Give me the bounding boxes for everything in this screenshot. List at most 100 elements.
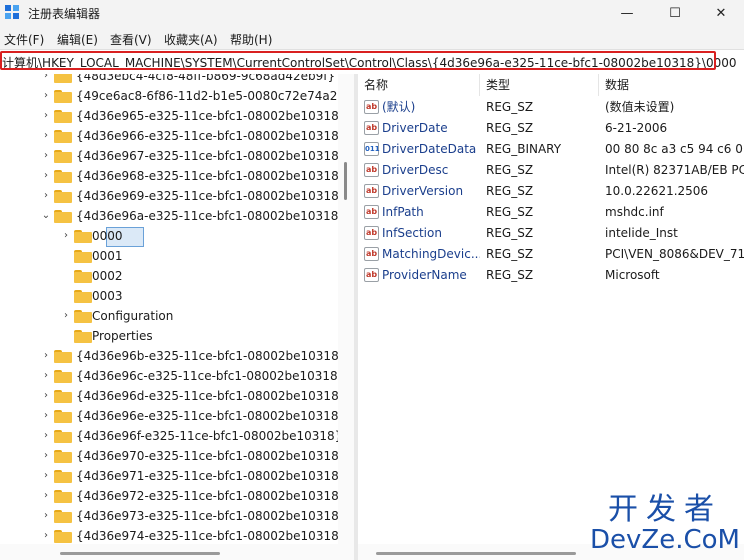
tree-node-label: 0000	[92, 229, 123, 243]
tree-node[interactable]: › {4d36e970-e325-11ce-bfc1-08002be10318}	[0, 446, 338, 466]
chevron-right-icon[interactable]: ›	[41, 426, 51, 446]
window-title: 注册表编辑器	[28, 7, 101, 21]
chevron-right-icon[interactable]: ›	[41, 446, 51, 466]
column-header-data[interactable]: 数据	[599, 74, 744, 96]
chevron-right-icon[interactable]: ›	[41, 386, 51, 406]
maximize-button[interactable]: ☐	[652, 0, 698, 27]
tree-horizontal-scrollbar[interactable]	[0, 544, 338, 560]
value-row[interactable]: ab DriverVersion REG_SZ 10.0.22621.2506	[358, 181, 744, 202]
menu-view[interactable]: 查看(V)	[110, 31, 152, 48]
tree-node[interactable]: › {4d36e96c-e325-11ce-bfc1-08002be10318}	[0, 366, 338, 386]
value-data: mshdc.inf	[605, 205, 664, 219]
chevron-right-icon[interactable]: ›	[41, 466, 51, 486]
tree-node[interactable]: 0003	[0, 286, 338, 306]
value-row[interactable]: ab ProviderName REG_SZ Microsoft	[358, 265, 744, 286]
chevron-right-icon[interactable]: ›	[41, 126, 51, 146]
tree-node[interactable]: › {4d36e96e-e325-11ce-bfc1-08002be10318}	[0, 406, 338, 426]
folder-icon	[74, 270, 92, 283]
tree-node[interactable]: › {4d36e965-e325-11ce-bfc1-08002be10318}	[0, 106, 338, 126]
chevron-right-icon[interactable]: ›	[41, 86, 51, 106]
chevron-right-icon[interactable]: ›	[41, 526, 51, 546]
value-data: 10.0.22621.2506	[605, 184, 709, 198]
folder-icon	[74, 250, 92, 263]
tree-node[interactable]: › {4d36e96f-e325-11ce-bfc1-08002be10318}	[0, 426, 338, 446]
scroll-thumb[interactable]	[344, 162, 347, 200]
value-data: PCI\VEN_8086&DEV_711	[605, 247, 744, 261]
folder-icon	[54, 510, 72, 523]
menu-file[interactable]: 文件(F)	[4, 31, 44, 48]
chevron-right-icon[interactable]: ›	[41, 166, 51, 186]
chevron-down-icon[interactable]: ⌄	[41, 206, 51, 226]
scroll-thumb[interactable]	[376, 552, 576, 555]
value-row[interactable]: ab DriverDate REG_SZ 6-21-2006	[358, 118, 744, 139]
value-name: ProviderName	[382, 268, 467, 282]
value-row[interactable]: ab (默认) REG_SZ (数值未设置)	[358, 97, 744, 118]
chevron-right-icon[interactable]: ›	[41, 366, 51, 386]
values-pane: 名称 类型 数据 ab (默认) REG_SZ (数值未设置) ab DriverDate…	[358, 74, 744, 560]
watermark-en: DevZe.CoM	[590, 525, 740, 555]
menu-edit[interactable]: 编辑(E)	[57, 31, 98, 48]
tree-node-label: {4d36e96d-e325-11ce-bfc1-08002be10318}	[76, 389, 338, 403]
tree-node[interactable]: › {48d3ebc4-4cf8-48ff-b869-9c68ad42eb9f}	[0, 74, 338, 86]
column-header-type[interactable]: 类型	[480, 74, 599, 96]
tree-node[interactable]: 0002	[0, 266, 338, 286]
value-name: DriverVersion	[382, 184, 464, 198]
value-row[interactable]: ab DriverDesc REG_SZ Intel(R) 82371AB/EB PC…	[358, 160, 744, 181]
string-value-icon: ab	[364, 205, 379, 219]
menu-favorites[interactable]: 收藏夹(A)	[164, 31, 218, 48]
tree-node[interactable]: › {4d36e973-e325-11ce-bfc1-08002be10318}	[0, 506, 338, 526]
close-button[interactable]: ✕	[698, 0, 744, 27]
tree-node[interactable]: › {4d36e969-e325-11ce-bfc1-08002be10318}	[0, 186, 338, 206]
value-row[interactable]: 011 DriverDateData REG_BINARY 00 80 8c a3 c…	[358, 139, 744, 160]
tree-node[interactable]: › {49ce6ac8-6f86-11d2-b1e5-0080c72e74a2}	[0, 86, 338, 106]
chevron-right-icon[interactable]: ›	[41, 186, 51, 206]
scroll-thumb[interactable]	[60, 552, 220, 555]
tree-node[interactable]: › {4d36e974-e325-11ce-bfc1-08002be10318}	[0, 526, 338, 546]
folder-icon	[54, 150, 72, 163]
chevron-right-icon[interactable]: ›	[41, 346, 51, 366]
tree-vertical-scrollbar[interactable]	[338, 74, 354, 560]
string-value-icon: ab	[364, 163, 379, 177]
value-row[interactable]: ab InfSection REG_SZ intelide_Inst	[358, 223, 744, 244]
tree-node[interactable]: › Configuration	[0, 306, 338, 326]
value-data: 6-21-2006	[605, 121, 668, 135]
chevron-right-icon[interactable]: ›	[41, 506, 51, 526]
chevron-right-icon[interactable]: ›	[41, 406, 51, 426]
tree-node-label: 0003	[92, 289, 123, 303]
tree-node[interactable]: › {4d36e96b-e325-11ce-bfc1-08002be10318}	[0, 346, 338, 366]
menu-bar: 文件(F) 编辑(E) 查看(V) 收藏夹(A) 帮助(H)	[0, 27, 744, 49]
tree-node[interactable]: › {4d36e967-e325-11ce-bfc1-08002be10318}	[0, 146, 338, 166]
watermark: 开发者 DevZe.CoM	[588, 494, 742, 558]
tree-node[interactable]: ⌄ {4d36e96a-e325-11ce-bfc1-08002be10318}	[0, 206, 338, 226]
tree-node[interactable]: › {4d36e972-e325-11ce-bfc1-08002be10318}	[0, 486, 338, 506]
minimize-button[interactable]: —	[604, 0, 650, 27]
folder-icon	[54, 90, 72, 103]
tree-node[interactable]: Properties	[0, 326, 338, 346]
chevron-right-icon[interactable]: ›	[61, 306, 71, 326]
chevron-right-icon[interactable]: ›	[41, 106, 51, 126]
string-value-icon: ab	[364, 268, 379, 282]
value-data: (数值未设置)	[605, 100, 675, 114]
column-header-name[interactable]: 名称	[358, 74, 480, 96]
key-tree: › {48d3ebc4-4cf8-48ff-b869-9c68ad42eb9f} ›…	[0, 74, 338, 560]
folder-icon	[74, 330, 92, 343]
menu-help[interactable]: 帮助(H)	[230, 31, 272, 48]
value-type: REG_SZ	[486, 184, 534, 198]
chevron-right-icon[interactable]: ›	[41, 486, 51, 506]
value-data: Microsoft	[605, 268, 660, 282]
chevron-right-icon[interactable]: ›	[61, 226, 71, 246]
value-type: REG_SZ	[486, 121, 534, 135]
value-name: (默认)	[382, 100, 416, 114]
chevron-right-icon[interactable]: ›	[41, 74, 51, 86]
tree-node[interactable]: › 0000	[0, 226, 338, 247]
value-type: REG_SZ	[486, 226, 534, 240]
tree-node[interactable]: › {4d36e96d-e325-11ce-bfc1-08002be10318}	[0, 386, 338, 406]
tree-node-label: {4d36e973-e325-11ce-bfc1-08002be10318}	[76, 509, 338, 523]
tree-node[interactable]: › {4d36e968-e325-11ce-bfc1-08002be10318}	[0, 166, 338, 186]
value-row[interactable]: ab MatchingDevic... REG_SZ PCI\VEN_8086&DEV…	[358, 244, 744, 265]
tree-node[interactable]: 0001	[0, 246, 338, 266]
tree-node[interactable]: › {4d36e966-e325-11ce-bfc1-08002be10318}	[0, 126, 338, 146]
chevron-right-icon[interactable]: ›	[41, 146, 51, 166]
tree-node[interactable]: › {4d36e971-e325-11ce-bfc1-08002be10318}	[0, 466, 338, 486]
value-row[interactable]: ab InfPath REG_SZ mshdc.inf	[358, 202, 744, 223]
